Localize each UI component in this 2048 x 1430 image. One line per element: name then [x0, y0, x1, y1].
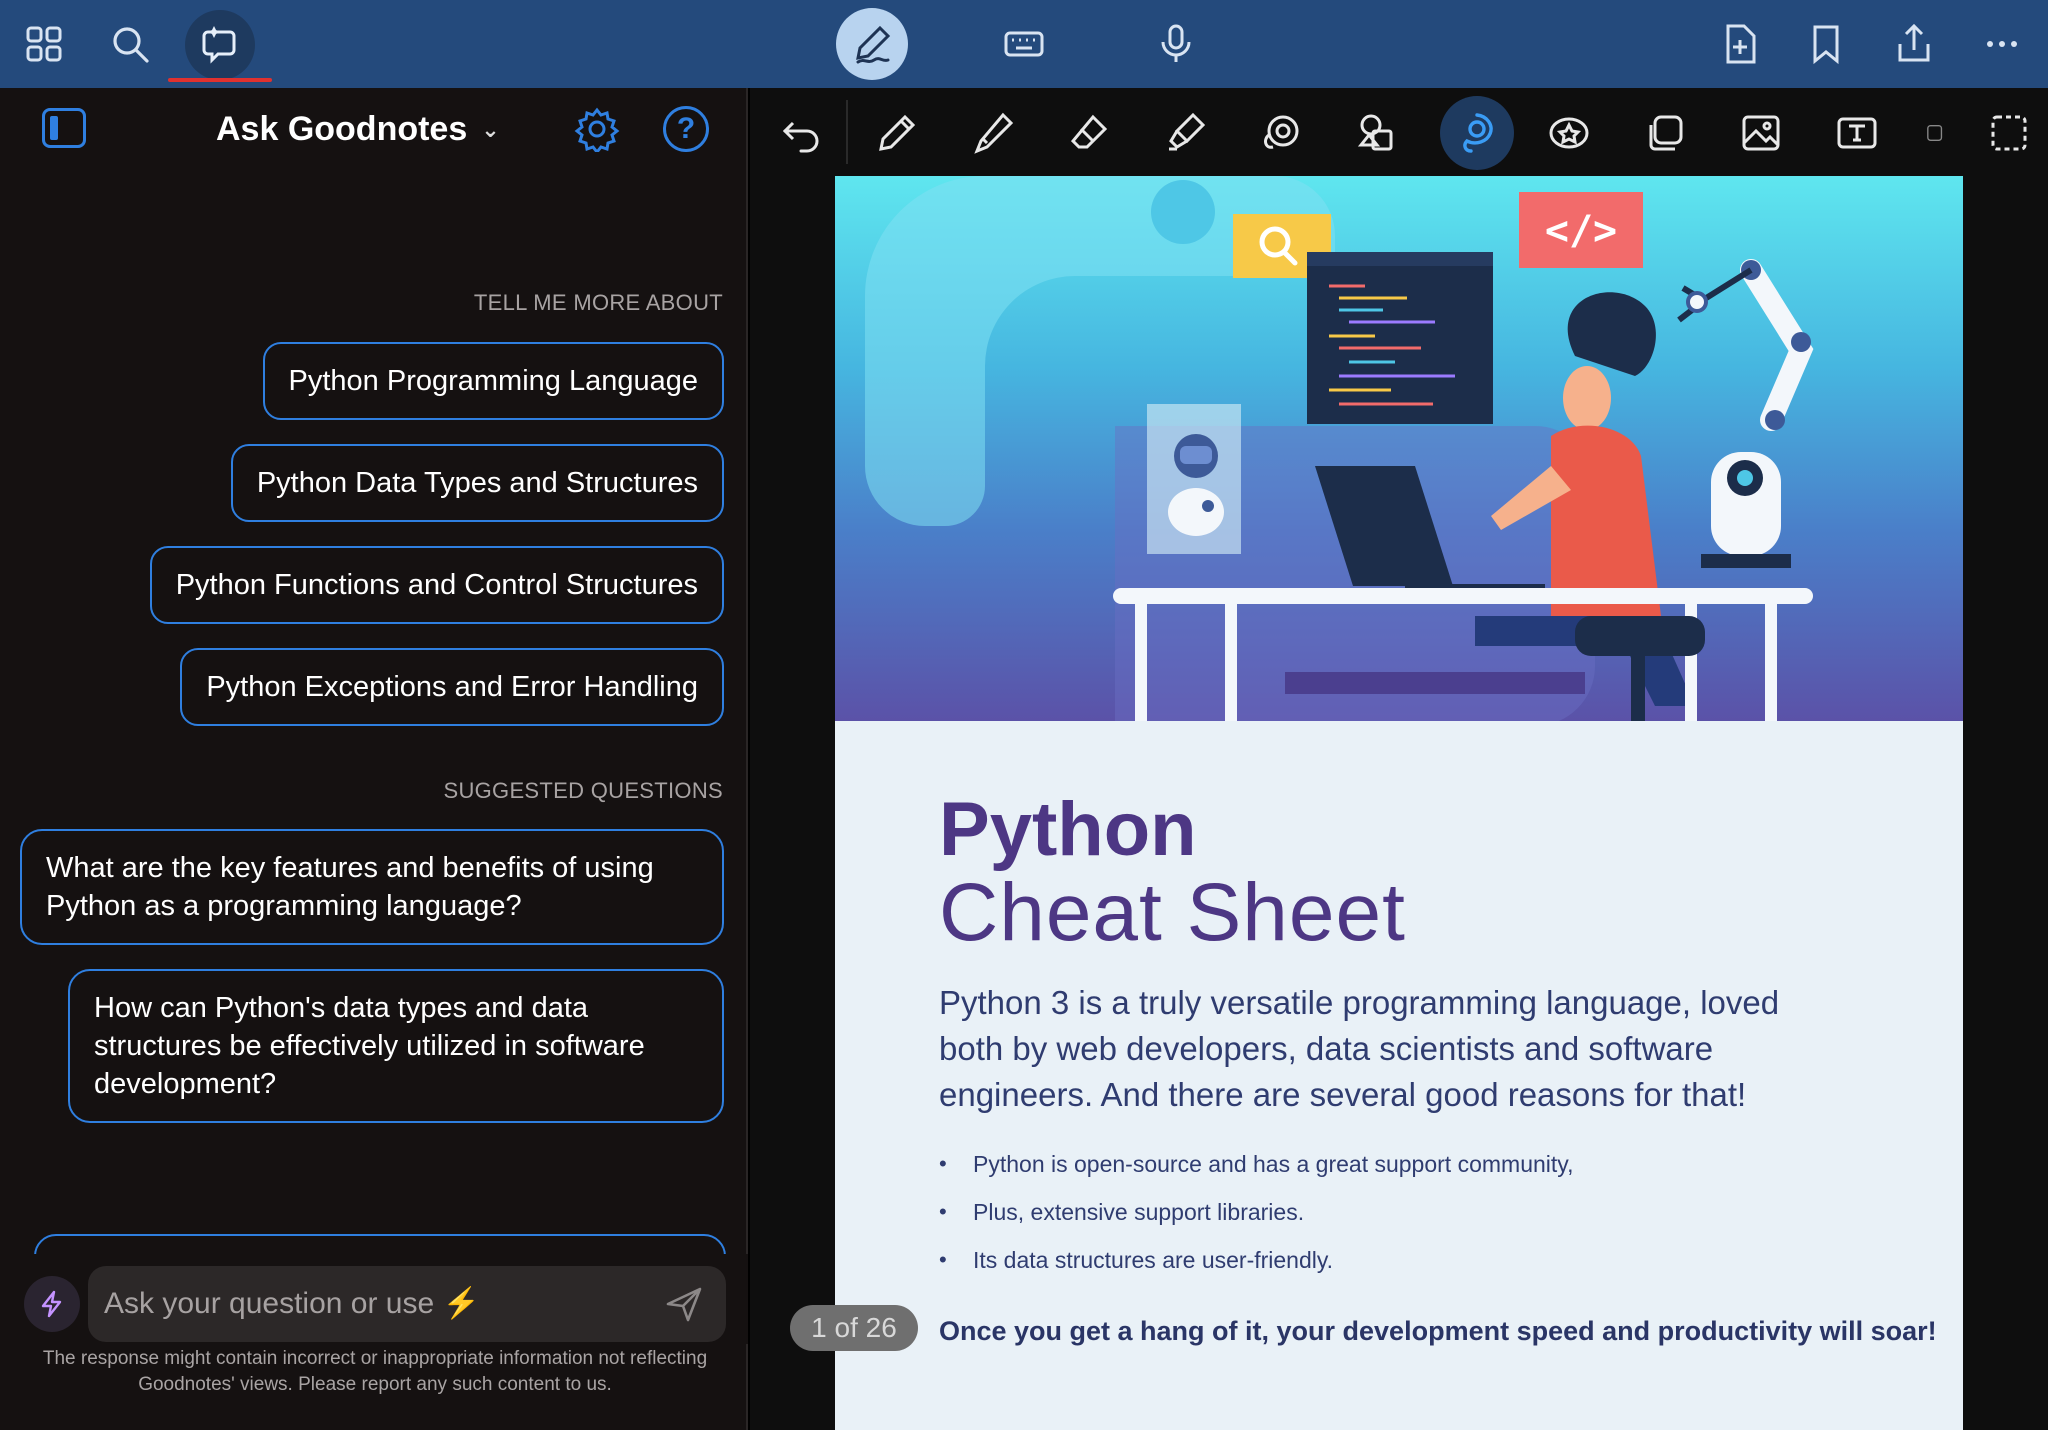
list-item: Its data structures are user-friendly. [939, 1236, 1573, 1284]
add-page-icon[interactable] [1708, 12, 1772, 76]
document-intro: Python 3 is a truly versatile programmin… [939, 984, 1780, 1113]
disclaimer-text: The response might contain incorrect or … [42, 1348, 708, 1395]
panel-title-text: Ask Goodnotes [216, 110, 468, 148]
drawing-toolbar [750, 88, 2048, 174]
page-margin [1963, 176, 2048, 1430]
eraser-icon[interactable] [1058, 102, 1120, 164]
topic-chip[interactable]: Python Data Types and Structures [230, 444, 724, 522]
topic-chip[interactable]: Python Programming Language [262, 342, 724, 420]
tell-me-more-label: TELL ME MORE ABOUT [473, 290, 723, 315]
search-icon[interactable] [98, 12, 162, 76]
document-page[interactable]: </> Python Cheat Sheet Python 3 is a tru… [835, 176, 1963, 1430]
document-title: Python [939, 787, 1197, 872]
undo-icon[interactable] [770, 102, 832, 164]
hero-illustration: </> [835, 176, 1963, 721]
text-icon[interactable] [1826, 102, 1888, 164]
gear-icon[interactable] [574, 106, 620, 152]
chevron-down-icon: ⌄ [481, 116, 500, 142]
toolbar-divider [846, 100, 848, 164]
copy-icon[interactable] [1634, 102, 1696, 164]
bolt-icon [41, 1290, 62, 1318]
highlighter-icon[interactable] [1154, 102, 1216, 164]
lasso-selection-icon[interactable] [1446, 102, 1508, 164]
code-tag-text: </> [1545, 208, 1617, 254]
document-subtitle: Cheat Sheet [939, 867, 1406, 958]
coding-scene-illustration: </> [865, 176, 1814, 721]
page-counter[interactable]: 1 of 26 [790, 1305, 918, 1351]
topic-chip[interactable]: Python Exceptions and Error Handling [180, 648, 724, 726]
suggested-question[interactable]: What are the key features and benefits o… [20, 829, 724, 945]
grid-icon[interactable] [12, 12, 76, 76]
ask-input-row [0, 1254, 748, 1344]
bullet-list: Python is open-source and has a great su… [939, 1140, 1573, 1284]
suggested-question[interactable]: How can Python's data types and data str… [68, 969, 724, 1123]
help-icon[interactable]: ? [663, 106, 709, 152]
bolt-button[interactable] [24, 1276, 80, 1332]
more-icon[interactable] [1970, 12, 2034, 76]
share-icon[interactable] [1882, 12, 1946, 76]
more-tools-icon[interactable] [1926, 102, 1946, 164]
panel-header: Ask Goodnotes ⌄ ? [0, 88, 748, 178]
keyboard-icon[interactable] [992, 12, 1056, 76]
image-icon[interactable] [1730, 102, 1792, 164]
pen-icon[interactable] [866, 102, 928, 164]
list-item: Python is open-source and has a great su… [939, 1140, 1573, 1188]
topic-chip[interactable]: Python Functions and Control Structures [149, 546, 724, 624]
pencil-icon[interactable] [962, 102, 1024, 164]
lasso-icon[interactable] [1250, 102, 1312, 164]
document-closing: Once you get a hang of it, your developm… [939, 1316, 1937, 1346]
sticker-icon[interactable] [1538, 102, 1600, 164]
panel-title[interactable]: Ask Goodnotes ⌄ [216, 110, 500, 149]
top-bar [0, 0, 2048, 88]
suggested-questions-label: SUGGESTED QUESTIONS [443, 778, 723, 803]
select-icon[interactable] [1978, 102, 2040, 164]
ask-goodnotes-panel: Ask Goodnotes ⌄ ? TELL ME MORE ABOUT Pyt… [0, 88, 748, 1430]
sidebar-toggle-icon[interactable] [42, 108, 86, 148]
ai-assistant-icon[interactable] [188, 12, 252, 76]
pen-mode-icon[interactable] [840, 12, 904, 76]
list-item: Plus, extensive support libraries. [939, 1188, 1573, 1236]
active-tab-indicator [168, 78, 272, 82]
send-icon[interactable] [664, 1284, 704, 1324]
ask-question-input[interactable] [88, 1266, 726, 1342]
bookmark-icon[interactable] [1794, 12, 1858, 76]
shapes-icon[interactable] [1346, 102, 1408, 164]
microphone-icon[interactable] [1144, 12, 1208, 76]
